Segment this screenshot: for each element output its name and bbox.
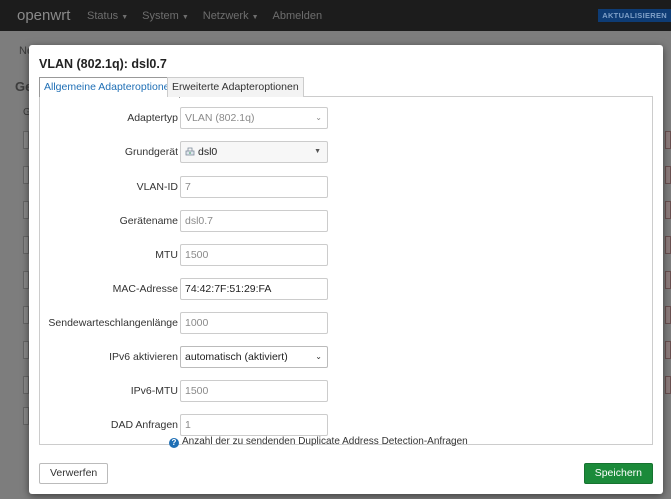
unsaved-changes-badge[interactable]: AKTUALISIEREN: [598, 9, 671, 22]
question-icon: ?: [169, 438, 179, 448]
nav-status-label: Status: [87, 9, 119, 22]
nav-netzwerk-label: Netzwerk: [202, 9, 249, 22]
row-ipv6-enable: IPv6 aktivieren automatisch (aktiviert) …: [40, 346, 654, 368]
dad-label: DAD Anfragen: [110, 419, 178, 431]
mac-adresse-label: MAC-Adresse: [112, 283, 178, 295]
chevron-down-icon: ⌄: [315, 352, 322, 361]
tab-advanced-options[interactable]: Erweiterte Adapteroptionen: [167, 77, 304, 97]
tab-general-options[interactable]: Allgemeine Adapteroptionen: [39, 77, 181, 98]
ipv6-enable-select[interactable]: automatisch (aktiviert) ⌄: [180, 346, 328, 368]
background-edit-button: [665, 201, 671, 219]
queue-length-input[interactable]: 1000: [180, 312, 328, 334]
tab-panel-general: Adaptertyp VLAN (802.1q) ⌄ Grundgerät ds…: [39, 97, 653, 445]
queue-length-label: Sendewarteschlangenlänge: [48, 317, 178, 329]
background-edit-button: [665, 131, 671, 149]
caret-down-icon: ▼: [181, 13, 189, 21]
row-mtu: MTU 1500: [40, 244, 654, 266]
background-edit-button: [665, 271, 671, 289]
ipv6-enable-value: automatisch (aktiviert): [185, 351, 288, 363]
row-dad: DAD Anfragen 1: [40, 414, 654, 436]
row-grundgeraet: Grundgerät dsl0 ▼: [40, 141, 654, 163]
chevron-down-icon: ⌄: [315, 113, 322, 122]
dismiss-button[interactable]: Verwerfen: [39, 463, 109, 484]
vlan-id-label: VLAN-ID: [136, 181, 178, 193]
caret-down-icon: ▼: [314, 148, 321, 155]
mac-adresse-input[interactable]: 74:42:7F:51:29:FA: [180, 278, 328, 300]
ipv6-mtu-input[interactable]: 1500: [180, 380, 328, 402]
dad-input[interactable]: 1: [180, 414, 328, 436]
nav-logout[interactable]: Abmelden: [273, 10, 323, 22]
adaptertyp-select[interactable]: VLAN (802.1q) ⌄: [180, 107, 328, 129]
adaptertyp-label: Adaptertyp: [127, 112, 178, 124]
row-geraetename: Gerätename dsl0.7: [40, 210, 654, 232]
caret-down-icon: ▼: [121, 13, 129, 21]
background-edit-button: [665, 341, 671, 359]
brand-logo[interactable]: openwrt: [17, 7, 87, 24]
geraetename-input[interactable]: dsl0.7: [180, 210, 328, 232]
network-device-icon: [185, 146, 195, 156]
adaptertyp-value: VLAN (802.1q): [185, 112, 255, 124]
row-mac-adresse: MAC-Adresse 74:42:7F:51:29:FA: [40, 278, 654, 300]
interface-config-modal: VLAN (802.1q): dsl0.7 Allgemeine Adapter…: [29, 45, 663, 494]
background-edit-button: [665, 376, 671, 394]
mtu-input[interactable]: 1500: [180, 244, 328, 266]
nav-status[interactable]: Status ▼: [87, 10, 128, 22]
background-edit-button: [665, 166, 671, 184]
tab-bar: Allgemeine Adapteroptionen Erweiterte Ad…: [39, 77, 653, 98]
caret-down-icon: ▼: [251, 13, 259, 21]
vlan-id-input[interactable]: 7: [180, 176, 328, 198]
row-queue-length: Sendewarteschlangenlänge 1000: [40, 312, 654, 334]
dad-help-text: ? Anzahl der zu sendenden Duplicate Addre…: [169, 436, 468, 448]
nav-system-label: System: [142, 9, 179, 22]
nav-system[interactable]: System ▼: [142, 10, 189, 22]
ipv6-mtu-label: IPv6-MTU: [130, 385, 178, 397]
dad-help-label: Anzahl der zu sendenden Duplicate Addres…: [182, 436, 468, 447]
modal-title: VLAN (802.1q): dsl0.7: [39, 57, 167, 71]
geraetename-label: Gerätename: [119, 215, 178, 227]
mtu-label: MTU: [155, 249, 178, 261]
grundgeraet-dropdown[interactable]: dsl0 ▼: [180, 141, 328, 163]
background-edit-button: [665, 236, 671, 254]
ipv6-enable-label: IPv6 aktivieren: [109, 351, 178, 363]
row-vlan-id: VLAN-ID 7: [40, 176, 654, 198]
grundgeraet-value: dsl0: [198, 146, 218, 158]
nav-netzwerk[interactable]: Netzwerk ▼: [203, 10, 259, 22]
save-button[interactable]: Speichern: [583, 463, 653, 484]
top-navbar: openwrt Status ▼ System ▼ Netzwerk ▼ Abmeld…: [0, 0, 671, 31]
background-edit-button: [665, 306, 671, 324]
row-adaptertyp: Adaptertyp VLAN (802.1q) ⌄: [40, 107, 654, 129]
grundgeraet-label: Grundgerät: [124, 146, 178, 158]
row-ipv6-mtu: IPv6-MTU 1500: [40, 380, 654, 402]
